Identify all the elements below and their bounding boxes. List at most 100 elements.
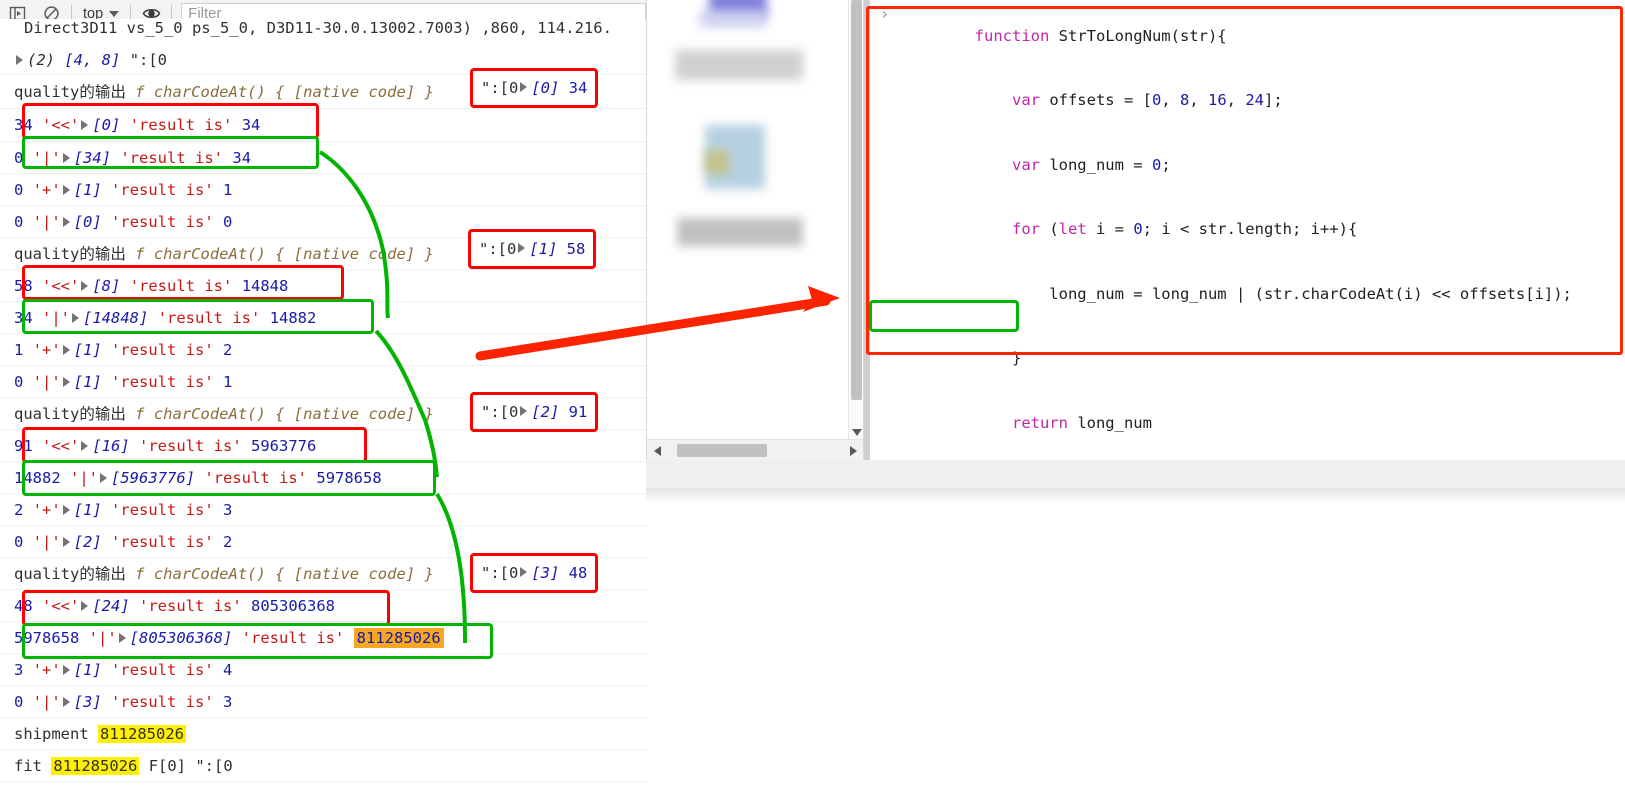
redacted-block-5	[705, 150, 729, 174]
op-mid: 'result is'	[139, 437, 242, 455]
expand-triangle-icon[interactable]	[62, 344, 70, 355]
expand-triangle-icon[interactable]	[81, 119, 89, 130]
op-mid: 'result is'	[120, 149, 224, 167]
expand-triangle-icon[interactable]	[62, 152, 70, 163]
native-fn-text: f charCodeAt() { [native code] }	[135, 245, 434, 263]
console-line-op: 0 '|' [34] 'result is' 34	[0, 142, 646, 174]
expand-triangle-icon[interactable]	[16, 54, 23, 65]
expand-triangle-icon[interactable]	[81, 600, 89, 611]
op-left: 0	[14, 149, 24, 167]
annotation-tag-1: ":[0 [1] 58	[468, 229, 597, 269]
op-mid: 'result is'	[111, 181, 214, 199]
console-line-op: 3 '+' [1] 'result is' 4	[0, 654, 646, 686]
scroll-down-arrow-icon[interactable]	[852, 429, 862, 436]
middle-horizontal-scrollbar[interactable]	[647, 439, 863, 460]
code-input-line[interactable]: › function StrToLongNum(str){	[870, 4, 1625, 69]
annotation-tag-3: ":[0 [3] 48	[470, 553, 599, 593]
expand-triangle-icon[interactable]	[62, 184, 70, 195]
expand-triangle-icon[interactable]	[62, 376, 70, 387]
op-left: 0	[14, 373, 24, 391]
code-line: for (let i = 0; i < str.length; i++){	[974, 220, 1358, 238]
op-mid: 'result is'	[241, 629, 345, 647]
op-arg: [2]	[73, 533, 102, 551]
op-symbol: '|'	[88, 629, 117, 647]
op-right: 1	[223, 373, 233, 391]
code-line: var long_num = 0;	[974, 155, 1171, 174]
tag-prefix: ":[0	[479, 240, 517, 258]
console-line-op: 91 '<<' [16] 'result is' 5963776	[0, 430, 646, 462]
console-line-op-final: 5978658 '|' [805306368] 'result is' 81128…	[0, 622, 646, 654]
op-arg: [24]	[92, 597, 130, 615]
expand-triangle-icon[interactable]	[72, 312, 80, 323]
expand-triangle-icon[interactable]	[62, 504, 70, 515]
op-symbol: '+'	[32, 341, 61, 359]
tag-value: 91	[568, 403, 588, 421]
op-symbol: '|'	[32, 213, 61, 231]
array-count: (2)	[27, 51, 55, 69]
op-arg: [34]	[73, 149, 112, 167]
op-mid: 'result is'	[129, 277, 233, 295]
console-line-op: 34 '|' [14848] 'result is' 14882	[0, 302, 646, 334]
op-left: 1	[14, 341, 24, 359]
native-fn-text: f charCodeAt() { [native code] }	[135, 405, 434, 423]
scroll-left-arrow-icon[interactable]	[654, 446, 661, 456]
expand-triangle-icon[interactable]	[62, 696, 70, 707]
op-symbol: '<<'	[42, 597, 80, 615]
op-mid: 'result is'	[111, 373, 214, 391]
quality-label: quality的输出	[14, 565, 126, 583]
op-arg: [0]	[92, 116, 121, 134]
middle-hscroll-thumb[interactable]	[677, 444, 767, 457]
middle-vertical-scrollbar[interactable]	[848, 0, 863, 440]
expand-triangle-icon[interactable]	[118, 632, 126, 643]
console-line-fit: fit 811285026 F[0] ":[0	[0, 750, 646, 782]
op-right: 5978658	[316, 469, 382, 487]
op-right: 2	[223, 533, 233, 551]
expand-triangle-icon[interactable]	[81, 440, 89, 451]
tag-index: [3]	[531, 564, 560, 582]
op-symbol: '|'	[32, 533, 61, 551]
op-left: 14882	[14, 469, 61, 487]
quality-label: quality的输出	[14, 405, 126, 423]
shipment-label: shipment	[14, 725, 89, 743]
tag-index: [2]	[531, 403, 560, 421]
tag-index: [0]	[531, 79, 560, 97]
native-fn-text: f charCodeAt() { [native code] }	[135, 83, 434, 101]
fit-label: fit	[14, 757, 42, 775]
op-symbol: '|'	[42, 309, 71, 327]
middle-vscroll-thumb[interactable]	[851, 0, 862, 400]
op-mid: 'result is'	[111, 661, 214, 679]
op-arg: [8]	[92, 277, 121, 295]
code-line: long_num = long_num | (str.charCodeAt(i)…	[974, 284, 1572, 303]
redacted-preview-panel	[646, 0, 863, 460]
op-right: 2	[223, 341, 233, 359]
array-preview: [4, 8]	[64, 51, 121, 69]
console-line-op: 58 '<<' [8] 'result is' 14848	[0, 270, 646, 302]
expand-triangle-icon	[518, 243, 526, 253]
op-left: 0	[14, 693, 24, 711]
op-arg: [0]	[73, 213, 102, 231]
console-line-op: 2 '+' [1] 'result is' 3	[0, 494, 646, 526]
code-line: }	[974, 349, 1022, 367]
op-left: 2	[14, 501, 24, 519]
scroll-right-arrow-icon[interactable]	[850, 446, 857, 456]
native-fn-text: f charCodeAt() { [native code] }	[135, 565, 434, 583]
expand-triangle-icon[interactable]	[62, 664, 70, 675]
expand-triangle-icon[interactable]	[62, 216, 70, 227]
expand-triangle-icon[interactable]	[81, 280, 89, 291]
chevron-down-icon	[109, 10, 120, 17]
tag-prefix: ":[0	[481, 564, 519, 582]
code-line: var offsets = [0, 8, 16, 24];	[974, 91, 1283, 109]
expand-triangle-icon[interactable]	[100, 472, 108, 483]
right-console-panel: › function StrToLongNum(str){ var offsets…	[863, 0, 1625, 460]
fit-tail: F[0] ":[0	[148, 757, 233, 775]
op-right-highlighted: 811285026	[353, 628, 444, 648]
op-right: 805306368	[251, 597, 336, 615]
annotation-tag-2: ":[0 [2] 91	[470, 392, 599, 432]
op-arg: [5963776]	[111, 469, 196, 487]
op-symbol: '+'	[32, 661, 61, 679]
code-and-results: › function StrToLongNum(str){ var offsets…	[870, 4, 1625, 460]
expand-triangle-icon[interactable]	[62, 536, 70, 547]
op-mid: 'result is'	[111, 213, 214, 231]
op-symbol: '<<'	[42, 116, 80, 134]
tag-value: 48	[568, 564, 588, 582]
